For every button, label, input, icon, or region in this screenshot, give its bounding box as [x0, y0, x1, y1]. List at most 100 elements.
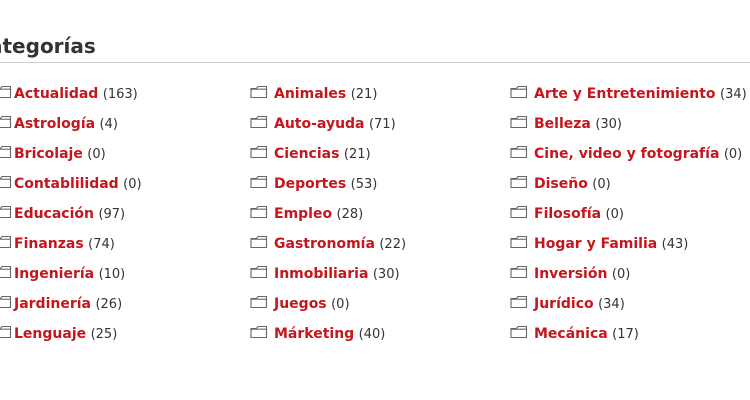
category-count: (30) — [372, 267, 400, 282]
category-link[interactable]: Ciencias — [274, 146, 339, 162]
category-item: Lenguaje (25) — [0, 324, 250, 345]
category-link[interactable]: Arte y Entretenimiento — [534, 86, 716, 102]
category-count: (97) — [98, 207, 126, 222]
category-link[interactable]: Lenguaje — [14, 326, 86, 342]
category-item: Juegos (0) — [250, 294, 510, 315]
category-count: (71) — [368, 117, 396, 132]
category-link[interactable]: Jurídico — [534, 296, 594, 312]
folder-icon — [250, 325, 268, 339]
folder-icon — [510, 175, 528, 189]
category-link[interactable]: Inmobiliaria — [274, 266, 368, 282]
folder-icon — [250, 205, 268, 219]
category-count: (21) — [343, 147, 371, 162]
category-link[interactable]: Jardinería — [14, 296, 91, 312]
category-count: (34) — [598, 297, 625, 312]
category-count: (53) — [350, 177, 378, 192]
category-link[interactable]: Ingeniería — [14, 266, 94, 282]
category-link[interactable]: Gastronomía — [274, 236, 375, 252]
category-grid: Actualidad (163) Animales (21) Arte y En… — [0, 84, 750, 345]
category-count: (40) — [358, 327, 386, 342]
folder-icon — [510, 85, 528, 99]
category-link[interactable]: Empleo — [274, 206, 332, 222]
category-link[interactable]: Belleza — [534, 116, 591, 132]
category-item: Gastronomía (22) — [250, 234, 510, 255]
category-item: Empleo (28) — [250, 204, 510, 225]
folder-icon — [0, 175, 12, 189]
category-link[interactable]: Actualidad — [14, 86, 98, 102]
category-count: (34) — [720, 87, 747, 102]
category-item: Filosofía (0) — [510, 204, 750, 225]
category-link[interactable]: Cine, video y fotografía — [534, 146, 719, 162]
category-link[interactable]: Diseño — [534, 176, 588, 192]
folder-icon — [510, 115, 528, 129]
folder-icon — [510, 145, 528, 159]
category-link[interactable]: Deportes — [274, 176, 346, 192]
category-count: (0) — [592, 177, 611, 192]
category-item: Finanzas (74) — [0, 234, 250, 255]
category-count: (0) — [611, 267, 631, 282]
category-count: (21) — [350, 87, 378, 102]
category-link[interactable]: Hogar y Familia — [534, 236, 657, 252]
folder-icon — [0, 235, 12, 249]
folder-icon — [0, 115, 12, 129]
category-count: (4) — [99, 117, 118, 132]
category-link[interactable]: Márketing — [274, 326, 354, 342]
category-link[interactable]: Finanzas — [14, 236, 84, 252]
folder-icon — [250, 145, 268, 159]
category-count: (0) — [331, 297, 350, 312]
category-item: Hogar y Familia (43) — [510, 234, 750, 255]
category-count: (25) — [90, 327, 118, 342]
category-count: (0) — [605, 207, 624, 222]
category-count: (43) — [661, 237, 689, 252]
category-link[interactable]: Auto-ayuda — [274, 116, 365, 132]
folder-icon — [510, 235, 528, 249]
folder-icon — [510, 295, 528, 309]
folder-icon — [0, 295, 12, 309]
category-link[interactable]: Astrología — [14, 116, 95, 132]
category-item: Deportes (53) — [250, 174, 510, 195]
section-title: ategorías — [0, 34, 96, 58]
category-count: (10) — [98, 267, 126, 282]
category-item: Educación (97) — [0, 204, 250, 225]
category-count: (163) — [102, 87, 138, 102]
category-count: (17) — [612, 327, 639, 342]
category-item: Auto-ayuda (71) — [250, 114, 510, 135]
divider — [0, 62, 750, 63]
category-link[interactable]: Animales — [274, 86, 346, 102]
category-link[interactable]: Filosofía — [534, 206, 601, 222]
category-link[interactable]: Educación — [14, 206, 94, 222]
folder-icon — [250, 175, 268, 189]
category-item: Contablilidad (0) — [0, 174, 250, 195]
category-item: Cine, video y fotografía (0) — [510, 144, 750, 165]
category-item: Animales (21) — [250, 84, 510, 105]
category-link[interactable]: Juegos — [274, 296, 327, 312]
folder-icon — [0, 325, 12, 339]
category-item: Ciencias (21) — [250, 144, 510, 165]
category-count: (30) — [595, 117, 622, 132]
category-count: (0) — [123, 177, 142, 192]
folder-icon — [0, 85, 12, 99]
category-count: (26) — [95, 297, 123, 312]
category-count: (28) — [336, 207, 364, 222]
category-count: (0) — [723, 147, 743, 162]
category-item: Inmobiliaria (30) — [250, 264, 510, 285]
folder-icon — [0, 145, 12, 159]
category-item: Ingeniería (10) — [0, 264, 250, 285]
category-link[interactable]: Mecánica — [534, 326, 608, 342]
category-item: Diseño (0) — [510, 174, 750, 195]
category-item: Belleza (30) — [510, 114, 750, 135]
category-item: Jurídico (34) — [510, 294, 750, 315]
category-item: Jardinería (26) — [0, 294, 250, 315]
category-item: Astrología (4) — [0, 114, 250, 135]
category-item: Bricolaje (0) — [0, 144, 250, 165]
folder-icon — [250, 265, 268, 279]
category-item: Mecánica (17) — [510, 324, 750, 345]
category-count: (74) — [88, 237, 115, 252]
category-item: Actualidad (163) — [0, 84, 250, 105]
category-link[interactable]: Contablilidad — [14, 176, 119, 192]
folder-icon — [250, 235, 268, 249]
folder-icon — [0, 265, 12, 279]
category-link[interactable]: Bricolaje — [14, 146, 83, 162]
category-link[interactable]: Inversión — [534, 266, 607, 282]
category-item: Arte y Entretenimiento (34) — [510, 84, 750, 105]
